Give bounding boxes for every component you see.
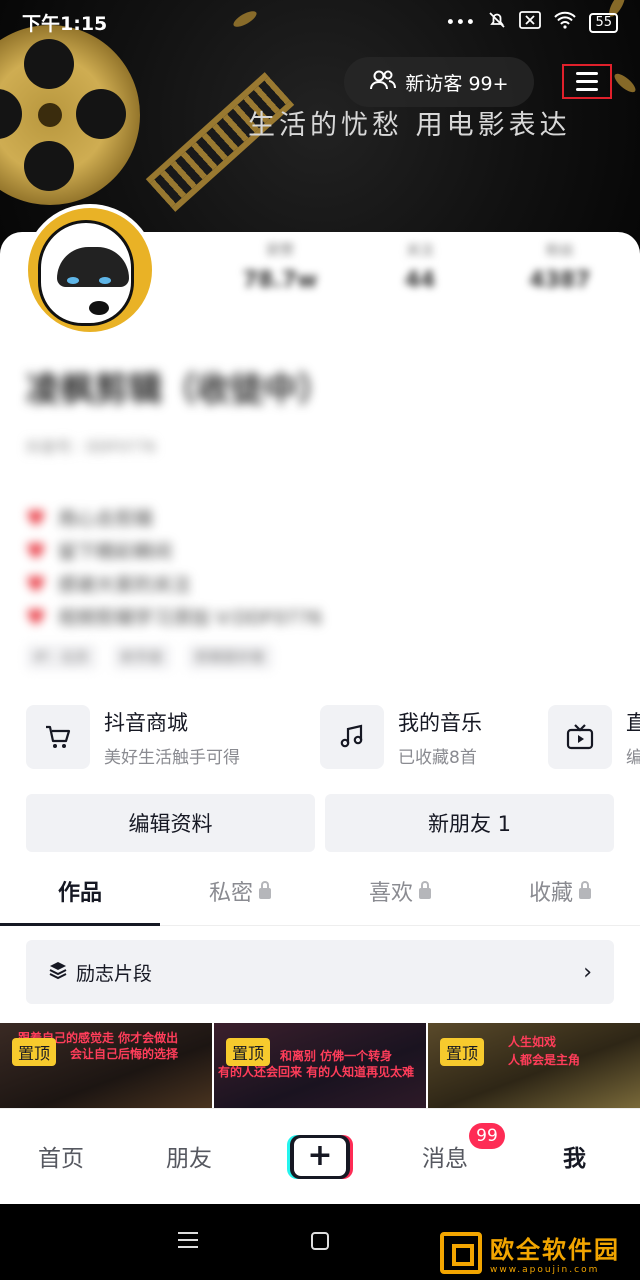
- heart-icon: ♥: [26, 606, 46, 631]
- new-visitors-label: 新访客 99+: [405, 72, 509, 95]
- entry-title: 直: [626, 710, 640, 735]
- pinned-badge: 置顶: [226, 1038, 271, 1066]
- profile-bio: ♥ 用心去剪辑 ♥ 留下精彩瞬间 ♥ 感谢大家的关注 ♥ 视频剪辑学习添加 V:DDF0…: [26, 503, 322, 635]
- video-thumbnail[interactable]: 人生如戏 人都会是主角 置顶: [428, 1023, 640, 1109]
- home-icon[interactable]: [311, 1232, 329, 1250]
- lock-icon: [419, 881, 431, 899]
- heart-icon: ♥: [26, 573, 46, 598]
- nav-friends[interactable]: 朋友: [166, 1139, 212, 1173]
- watermark-url: www.apoujin.com: [490, 1265, 600, 1275]
- stat-followers[interactable]: 粉丝 4387: [490, 240, 630, 310]
- tab-favorites[interactable]: 收藏: [480, 868, 640, 926]
- entry-title: 我的音乐: [398, 710, 482, 735]
- stat-following[interactable]: 关注 44: [350, 240, 490, 310]
- tag-ip: IP：北京: [26, 644, 97, 670]
- collection-label: 励志片段: [76, 962, 153, 985]
- nav-me[interactable]: 我: [563, 1139, 586, 1173]
- signal-dots-icon: •••: [445, 12, 476, 33]
- cart-icon: [26, 705, 90, 769]
- tab-private[interactable]: 私密: [160, 868, 320, 926]
- music-note-icon: [320, 705, 384, 769]
- edit-profile-button[interactable]: 编辑资料: [26, 794, 315, 852]
- bio-line: 感谢大家的关注: [57, 574, 191, 596]
- entry-live[interactable]: 直 编: [548, 705, 640, 769]
- video-grid: 跟着自己的感觉走 你才会做出 会让自己后悔的选择 置顶 和离别 仿佛一个转身 有…: [0, 1023, 640, 1109]
- video-thumbnail[interactable]: 和离别 仿佛一个转身 有的人还会回来 有的人知道再见太难 置顶: [214, 1023, 426, 1109]
- layers-icon: [48, 960, 68, 985]
- bio-line: 用心去剪辑: [57, 508, 153, 530]
- heart-icon: ♥: [26, 507, 46, 532]
- plus-icon: +: [294, 1138, 346, 1176]
- film-strip-image: [145, 72, 295, 212]
- bottom-nav: 首页 朋友 + 消息 99 我: [0, 1108, 640, 1204]
- new-visitors-button[interactable]: 新访客 99+: [344, 57, 534, 107]
- bio-line: 视频剪辑学习添加 V:DDF0776: [57, 607, 323, 629]
- battery-icon: 55: [589, 12, 618, 33]
- tag-zodiac: 射手座: [112, 644, 171, 670]
- feature-entries: 抖音商城 美好生活触手可得 我的音乐 已收藏8首 直 编: [26, 705, 640, 771]
- avatar[interactable]: [24, 204, 156, 336]
- video-thumbnail[interactable]: 跟着自己的感觉走 你才会做出 会让自己后悔的选择 置顶: [0, 1023, 212, 1109]
- bio-line: 留下精彩瞬间: [57, 541, 172, 563]
- film-reel-image: [0, 25, 140, 205]
- pinned-badge: 置顶: [440, 1038, 485, 1066]
- visitors-icon: [369, 69, 397, 96]
- recent-apps-icon[interactable]: [178, 1232, 198, 1248]
- collection-row[interactable]: 励志片段 ›: [26, 940, 614, 1004]
- entry-subtitle: 已收藏8首: [398, 747, 477, 768]
- lock-icon: [259, 881, 271, 899]
- nav-home[interactable]: 首页: [38, 1139, 84, 1173]
- entry-my-music[interactable]: 我的音乐 已收藏8首: [320, 705, 482, 769]
- content-tabs: 作品 私密 喜欢 收藏: [0, 868, 640, 926]
- status-time: 下午1:15: [22, 13, 108, 35]
- tab-likes[interactable]: 喜欢: [320, 868, 480, 926]
- watermark: 欧全软件园 www.apoujin.com: [440, 1230, 620, 1275]
- create-button[interactable]: +: [290, 1135, 350, 1179]
- tv-icon: [548, 705, 612, 769]
- new-friends-button[interactable]: 新朋友 1: [325, 794, 614, 852]
- heart-icon: ♥: [26, 540, 46, 565]
- chevron-right-icon: ›: [583, 959, 592, 985]
- messages-badge: 99: [469, 1123, 505, 1149]
- profile-tags: IP：北京 射手座 剪辑爱好者: [26, 644, 273, 670]
- entry-subtitle: 编: [626, 747, 640, 768]
- lock-icon: [579, 881, 591, 899]
- nav-messages[interactable]: 消息: [422, 1139, 468, 1173]
- entry-title: 抖音商城: [104, 710, 188, 735]
- profile-stats: 获赞 78.7w 关注 44 粉丝 4387: [210, 240, 630, 310]
- status-bar: 下午1:15 ••• 55: [0, 0, 640, 40]
- wifi-icon: [553, 11, 577, 34]
- tag-interest: 剪辑爱好者: [186, 644, 273, 670]
- mute-bell-icon: [487, 10, 507, 35]
- watermark-logo-icon: [440, 1231, 482, 1274]
- pinned-badge: 置顶: [12, 1038, 57, 1066]
- entry-subtitle: 美好生活触手可得: [104, 747, 240, 768]
- watermark-name: 欧全软件园: [490, 1236, 620, 1264]
- tab-works[interactable]: 作品: [0, 868, 160, 926]
- sim-off-icon: [519, 11, 542, 34]
- stat-likes[interactable]: 获赞 78.7w: [210, 240, 350, 310]
- douyin-id[interactable]: 抖音号：DDF0776: [26, 436, 156, 457]
- banner-slogan: 生活的忧愁 用电影表达: [248, 110, 571, 141]
- entry-douyin-mall[interactable]: 抖音商城 美好生活触手可得: [26, 705, 240, 769]
- profile-nickname: 凌枫剪辑（收徒中）: [26, 370, 332, 410]
- menu-button[interactable]: [562, 64, 612, 99]
